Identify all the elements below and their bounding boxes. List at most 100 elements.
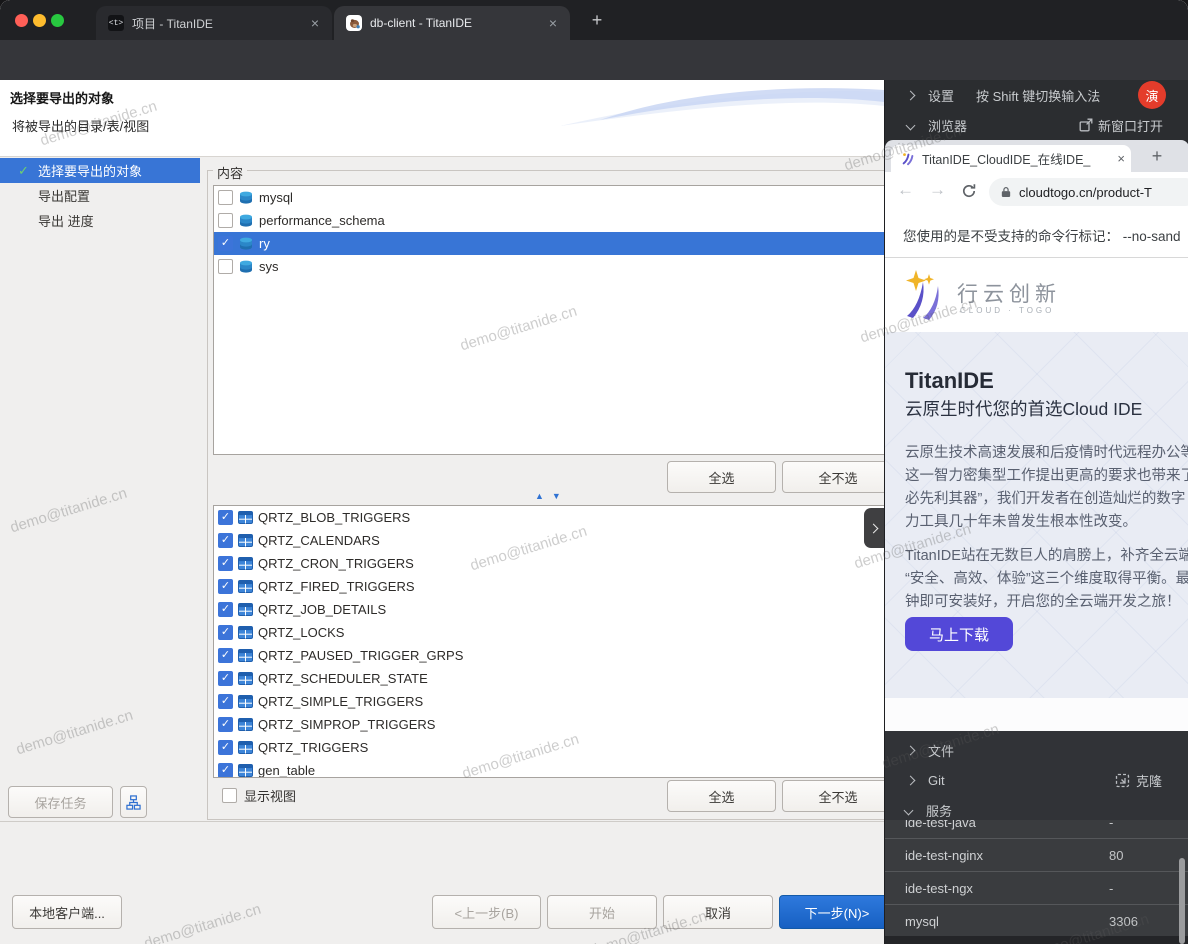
wizard-step[interactable]: ✓ 导出配置 (0, 183, 200, 208)
table-name: QRTZ_JOB_DETAILS (258, 602, 386, 617)
table-row[interactable]: ✓ QRTZ_PAUSED_TRIGGER_GRPS (214, 644, 884, 667)
table-name: QRTZ_CALENDARS (258, 533, 380, 548)
checkbox[interactable]: ✓ (218, 602, 233, 617)
tab-close-icon[interactable]: × (308, 15, 322, 31)
table-icon (238, 534, 253, 547)
table-row[interactable]: ✓ QRTZ_JOB_DETAILS (214, 598, 884, 621)
table-row[interactable]: ✓ QRTZ_CALENDARS (214, 529, 884, 552)
clone-icon[interactable] (1115, 773, 1130, 788)
table-row[interactable]: ✓ gen_table (214, 759, 884, 778)
service-port: 3306 (1109, 914, 1138, 929)
checkbox[interactable]: ✓ (218, 740, 233, 755)
checkbox[interactable]: ✓ (218, 533, 233, 548)
embedded-tab-title: TitanIDE_CloudIDE_在线IDE_ (922, 149, 1117, 168)
checkbox[interactable]: ✓ (218, 671, 233, 686)
service-row[interactable]: ide-test-nginx 80 (885, 839, 1188, 872)
mac-zoom-button[interactable] (51, 14, 64, 27)
schema-list: ✓ mysql ✓ performance_s (213, 185, 884, 455)
start-button[interactable]: 开始 (547, 895, 657, 929)
checkbox[interactable]: ✓ (218, 190, 233, 205)
database-icon (238, 236, 254, 252)
table-row[interactable]: ✓ QRTZ_SIMPROP_TRIGGERS (214, 713, 884, 736)
browser-section-row[interactable]: 浏览器 新窗口打开 (885, 110, 1188, 140)
table-row[interactable]: ✓ QRTZ_FIRED_TRIGGERS (214, 575, 884, 598)
embedded-tab[interactable]: TitanIDE_CloudIDE_在线IDE_ × (891, 145, 1131, 172)
table-icon (238, 741, 253, 754)
service-row[interactable]: ide-test-java - (885, 820, 1188, 839)
schema-row[interactable]: ✓ mysql (214, 186, 884, 209)
show-views-row[interactable]: 显示视图 (222, 786, 296, 805)
table-icon (238, 557, 253, 570)
sash-down-icon[interactable]: ▼ (552, 492, 561, 501)
checkbox[interactable]: ✓ (218, 579, 233, 594)
reload-icon[interactable] (961, 183, 977, 199)
table-row[interactable]: ✓ QRTZ_BLOB_TRIGGERS (214, 506, 884, 529)
cancel-button[interactable]: 取消 (663, 895, 773, 929)
checkbox[interactable]: ✓ (218, 694, 233, 709)
wizard-step[interactable]: ✓ 导出 进度 (0, 208, 200, 233)
paragraph-line: 这一智力密集型工作提出更高的要求也带来了 (905, 465, 1188, 488)
checkbox[interactable]: ✓ (218, 717, 233, 732)
git-section-row[interactable]: Git 克隆 (885, 765, 1188, 795)
chevron-right-icon (906, 90, 916, 100)
embedded-address-bar[interactable]: cloudtogo.cn/product-T (989, 178, 1188, 206)
next-step-button[interactable]: 下一步(N)> (779, 895, 884, 929)
table-row[interactable]: ✓ QRTZ_CRON_TRIGGERS (214, 552, 884, 575)
schema-row[interactable]: ✓ sys (214, 255, 884, 278)
panel-collapse-handle[interactable] (864, 508, 884, 548)
back-step-button[interactable]: <上一步(B) (432, 895, 541, 929)
save-task-button[interactable]: 保存任务 (8, 786, 113, 818)
paragraph-line: “安全、高效、体验”这三个维度取得平衡。最 (905, 568, 1188, 591)
back-icon[interactable]: ← (897, 180, 914, 200)
open-new-window-label[interactable]: 新窗口打开 (1098, 116, 1163, 135)
sash-up-icon[interactable]: ▲ (535, 492, 544, 501)
checkbox[interactable]: ✓ (218, 556, 233, 571)
checkbox[interactable]: ✓ (218, 213, 233, 228)
checkbox[interactable]: ✓ (218, 236, 233, 251)
select-all-schemas-button[interactable]: 全选 (667, 461, 776, 493)
schema-row[interactable]: ✓ ry (214, 232, 884, 255)
clone-label[interactable]: 克隆 (1136, 771, 1162, 790)
schema-row[interactable]: ✓ performance_schema (214, 209, 884, 232)
table-name: QRTZ_TRIGGERS (258, 740, 368, 755)
select-none-tables-button[interactable]: 全不选 (782, 780, 884, 812)
download-button[interactable]: 马上下载 (905, 617, 1013, 651)
checkbox[interactable]: ✓ (218, 625, 233, 640)
table-name: QRTZ_PAUSED_TRIGGER_GRPS (258, 648, 463, 663)
table-row[interactable]: ✓ QRTZ_SCHEDULER_STATE (214, 667, 884, 690)
select-none-schemas-button[interactable]: 全不选 (782, 461, 884, 493)
new-tab-button[interactable]: + (585, 8, 609, 32)
task-variables-button[interactable] (120, 786, 147, 818)
tab-project[interactable]: <t> 项目 - TitanIDE × (96, 6, 332, 40)
mac-minimize-button[interactable] (33, 14, 46, 27)
table-row[interactable]: ✓ QRTZ_TRIGGERS (214, 736, 884, 759)
tab-close-icon[interactable]: × (546, 15, 560, 31)
show-views-checkbox[interactable] (222, 788, 237, 803)
local-client-button[interactable]: 本地客户端... (12, 895, 122, 929)
checkbox[interactable]: ✓ (218, 510, 233, 525)
service-row[interactable]: mysql 3306 (885, 905, 1188, 936)
wizard-step[interactable]: ✓ 选择要导出的对象 (0, 158, 200, 183)
checkbox[interactable]: ✓ (218, 763, 233, 778)
demo-badge[interactable]: 演 (1138, 81, 1166, 109)
panel-scrollbar[interactable] (1179, 858, 1185, 944)
open-new-window-icon[interactable] (1079, 118, 1093, 132)
step-check-icon: ✓ (18, 163, 29, 179)
embedded-tab-close-icon[interactable]: × (1117, 151, 1125, 166)
select-all-tables-button[interactable]: 全选 (667, 780, 776, 812)
flag-warning-text: 您使用的是不受支持的命令行标记： --no-sand (903, 225, 1181, 245)
tab-db-client[interactable]: db-client - TitanIDE × (334, 6, 570, 40)
mac-close-button[interactable] (15, 14, 28, 27)
table-icon (238, 718, 253, 731)
checkbox[interactable]: ✓ (218, 648, 233, 663)
table-row[interactable]: ✓ QRTZ_SIMPLE_TRIGGERS (214, 690, 884, 713)
splitter-sash[interactable]: ▲ ▼ (535, 492, 561, 501)
service-row[interactable]: ide-test-ngx - (885, 872, 1188, 905)
files-section-row[interactable]: 文件 (885, 735, 1188, 765)
table-row[interactable]: ✓ QRTZ_LOCKS (214, 621, 884, 644)
service-port: - (1109, 820, 1113, 830)
hero-paragraph-2: TitanIDE站在无数巨人的肩膀上，补齐全云端“安全、高效、体验”这三个维度取… (905, 545, 1188, 614)
checkbox[interactable]: ✓ (218, 259, 233, 274)
embedded-new-tab-button[interactable]: + (1145, 144, 1169, 168)
forward-icon[interactable]: → (929, 180, 946, 200)
